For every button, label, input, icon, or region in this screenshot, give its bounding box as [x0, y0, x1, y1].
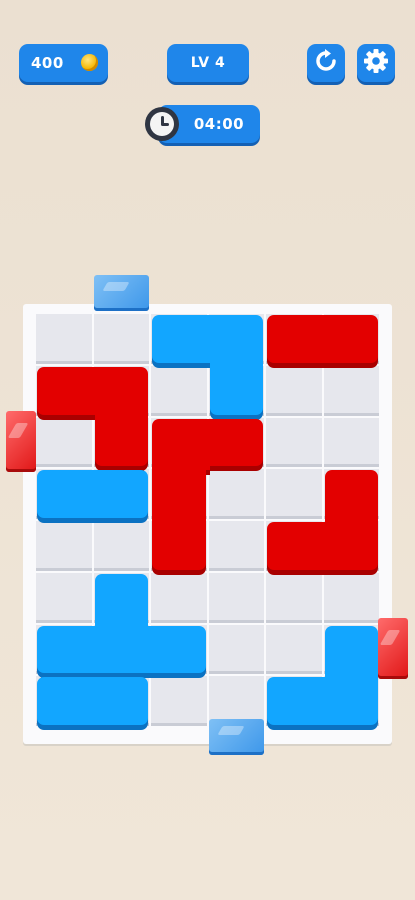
board-cell — [208, 624, 264, 675]
board-cell — [208, 469, 264, 519]
piece-block — [94, 625, 152, 674]
piece-block — [324, 470, 378, 522]
piece-block — [94, 573, 148, 626]
settings-button[interactable] — [357, 44, 395, 82]
board-cell — [208, 572, 264, 623]
board-cell — [36, 417, 92, 468]
piece-block — [37, 625, 95, 674]
board-cell — [151, 676, 207, 726]
board-cell — [151, 572, 207, 623]
restart-button[interactable] — [307, 44, 345, 82]
piece-block — [152, 625, 206, 674]
piece-block — [209, 366, 263, 415]
blue-gate-bottom — [208, 719, 264, 755]
piece-block — [152, 522, 206, 570]
piece-block — [94, 366, 148, 419]
board-grid — [35, 313, 380, 727]
board-cell — [266, 365, 322, 416]
piece-block — [37, 470, 95, 518]
piece-block — [152, 470, 206, 522]
piece-block — [324, 625, 378, 678]
piece-block — [94, 677, 148, 725]
level-indicator: LV 4 — [167, 44, 249, 82]
gear-icon — [363, 48, 389, 78]
piece-block — [37, 366, 95, 415]
board-cell — [266, 469, 322, 519]
piece-block — [267, 522, 325, 570]
board-cell — [266, 417, 322, 468]
piece-block — [324, 315, 378, 363]
board-cell — [266, 624, 322, 675]
piece-block — [37, 677, 95, 725]
coin-icon — [81, 54, 98, 71]
blue-gate-top — [93, 275, 149, 311]
level-label: LV 4 — [190, 55, 226, 71]
red-gate-left — [6, 410, 36, 472]
board-cell — [36, 521, 92, 571]
timer-value: 04:00 — [193, 115, 245, 133]
board-cell — [93, 521, 149, 571]
board-cell — [323, 365, 379, 416]
piece-block — [267, 677, 325, 725]
board-cell — [36, 572, 92, 623]
red-gate-right — [378, 617, 408, 679]
piece-block — [324, 522, 378, 570]
piece-block — [267, 315, 325, 363]
coin-count: 400 — [31, 54, 64, 72]
board-cell — [151, 365, 207, 416]
coin-counter: 400 — [19, 44, 108, 82]
piece-block — [209, 315, 263, 367]
board-cell — [266, 572, 322, 623]
board-cell — [323, 417, 379, 468]
clock-icon — [145, 107, 179, 141]
board-cell — [323, 572, 379, 623]
piece-block — [94, 470, 148, 518]
piece-block — [152, 418, 210, 471]
piece-block — [94, 418, 148, 467]
board-cell — [93, 314, 149, 364]
piece-block — [324, 677, 378, 725]
restart-icon — [314, 49, 338, 77]
board-cell — [208, 521, 264, 571]
piece-block — [209, 418, 263, 467]
board-cell — [36, 314, 92, 364]
piece-block — [152, 315, 210, 363]
